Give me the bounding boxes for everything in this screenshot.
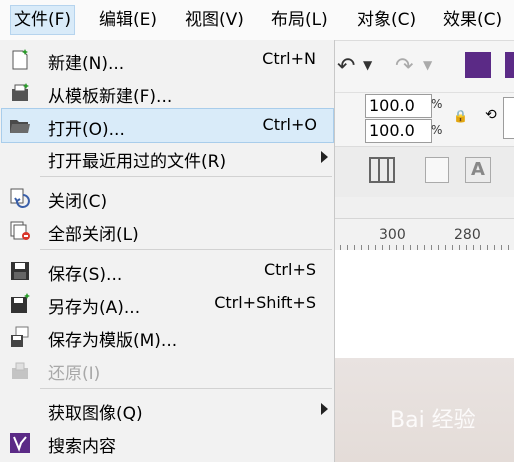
standard-toolbar: ↶ ▼ ↷ ▼ — [333, 40, 514, 92]
menu-item-save-as-shortcut: Ctrl+Shift+S — [214, 293, 316, 312]
ruler-tick-280: 280 — [454, 227, 481, 243]
menu-item-close[interactable]: 关闭(C) — [2, 181, 332, 214]
paragraph-icon[interactable] — [425, 157, 449, 183]
new-document-icon — [12, 49, 28, 70]
menu-item-open-shortcut: Ctrl+O — [262, 115, 317, 134]
app-launcher-icon[interactable] — [465, 52, 491, 78]
save-as-icon — [11, 293, 30, 313]
menu-item-save-shortcut: Ctrl+S — [263, 260, 316, 279]
save-icon — [11, 262, 29, 280]
menu-item-save-as-template[interactable]: 保存为模版(M)... — [2, 320, 332, 353]
menu-item-acquire-image-label: 获取图像(Q) — [48, 404, 143, 424]
angle-input[interactable] — [503, 97, 514, 139]
menu-item-open-label: 打开(O)... — [48, 120, 125, 140]
menu-separator — [40, 249, 332, 250]
scale-y-input[interactable]: 100.0 — [365, 119, 432, 143]
undo-dropdown-icon[interactable]: ▼ — [363, 58, 372, 72]
property-bar: 100.0 100.0 % % 🔒 ⟲ — [333, 92, 514, 147]
ruler-tick-300: 300 — [379, 227, 406, 243]
scale-x-input[interactable]: 100.0 — [365, 94, 432, 118]
text-frame-icon[interactable]: A — [465, 157, 491, 183]
menu-item-open[interactable]: 打开(O)... Ctrl+O — [1, 108, 334, 143]
open-folder-icon — [10, 120, 30, 133]
menu-separator — [40, 176, 332, 177]
watermark-text: Bai 经验 — [390, 408, 476, 433]
undo-icon[interactable]: ↶ — [337, 54, 355, 79]
menu-layout[interactable]: 布局(L) — [268, 6, 331, 34]
percent-label-y: % — [431, 123, 443, 137]
template-icon — [12, 83, 29, 101]
menu-item-save-as[interactable]: 另存为(A)... Ctrl+Shift+S — [2, 287, 332, 320]
table-icon[interactable] — [369, 157, 395, 183]
menu-item-open-recent-label: 打开最近用过的文件(R) — [48, 152, 227, 172]
menu-item-close-all[interactable]: 全部关闭(L) — [2, 214, 332, 247]
menu-item-save-as-label: 另存为(A)... — [48, 298, 141, 318]
menu-item-revert-label: 还原(I) — [48, 364, 101, 384]
menu-item-search-content-label: 搜索内容 — [48, 437, 116, 457]
text-toolbar: A — [333, 146, 514, 197]
menu-item-acquire-image[interactable]: 获取图像(Q) — [2, 393, 332, 426]
close-document-icon — [10, 188, 30, 208]
menu-item-revert[interactable]: 还原(I) — [2, 353, 332, 386]
menu-object[interactable]: 对象(C) — [354, 6, 419, 34]
menu-item-close-all-label: 全部关闭(L) — [48, 225, 139, 245]
percent-label-x: % — [431, 97, 443, 111]
menu-separator — [40, 388, 332, 389]
menu-item-save[interactable]: 保存(S)... Ctrl+S — [2, 254, 332, 287]
menu-item-new-from-template-label: 从模板新建(F)... — [48, 87, 173, 107]
menu-item-search-content[interactable]: 搜索内容 — [2, 426, 332, 459]
menu-item-new[interactable]: 新建(N)... Ctrl+N — [2, 43, 332, 76]
menu-bar: 文件(F) 编辑(E) 视图(V) 布局(L) 对象(C) 效果(C) — [0, 0, 514, 41]
menu-item-new-from-template[interactable]: 从模板新建(F)... — [2, 76, 332, 109]
lock-ratio-icon[interactable]: 🔒 — [453, 109, 468, 123]
menu-item-new-label: 新建(N)... — [48, 54, 125, 74]
menu-edit[interactable]: 编辑(E) — [96, 6, 160, 34]
save-template-icon — [11, 326, 29, 347]
file-menu-dropdown: 新建(N)... Ctrl+N 从模板新建(F)... 打开(O)... Ctr… — [0, 40, 335, 462]
submenu-arrow-icon — [321, 151, 328, 163]
menu-item-open-recent[interactable]: 打开最近用过的文件(R) — [2, 141, 332, 174]
horizontal-ruler: 300 280 — [333, 218, 514, 252]
redo-dropdown-icon[interactable]: ▼ — [423, 58, 432, 72]
menu-item-new-shortcut: Ctrl+N — [262, 49, 316, 68]
menu-item-save-label: 保存(S)... — [48, 265, 123, 285]
menu-item-save-as-template-label: 保存为模版(M)... — [48, 331, 178, 351]
app-launcher-icon-2[interactable] — [505, 52, 514, 78]
menu-file[interactable]: 文件(F) — [10, 5, 76, 35]
close-all-icon — [10, 221, 30, 240]
menu-effects[interactable]: 效果(C) — [440, 6, 505, 34]
menu-view[interactable]: 视图(V) — [182, 6, 247, 34]
redo-icon[interactable]: ↷ — [395, 54, 413, 79]
rotate-icon[interactable]: ⟲ — [485, 107, 497, 123]
revert-icon — [12, 362, 28, 379]
search-content-icon — [10, 433, 30, 453]
submenu-arrow-icon — [321, 403, 328, 415]
menu-item-close-label: 关闭(C) — [48, 192, 108, 212]
